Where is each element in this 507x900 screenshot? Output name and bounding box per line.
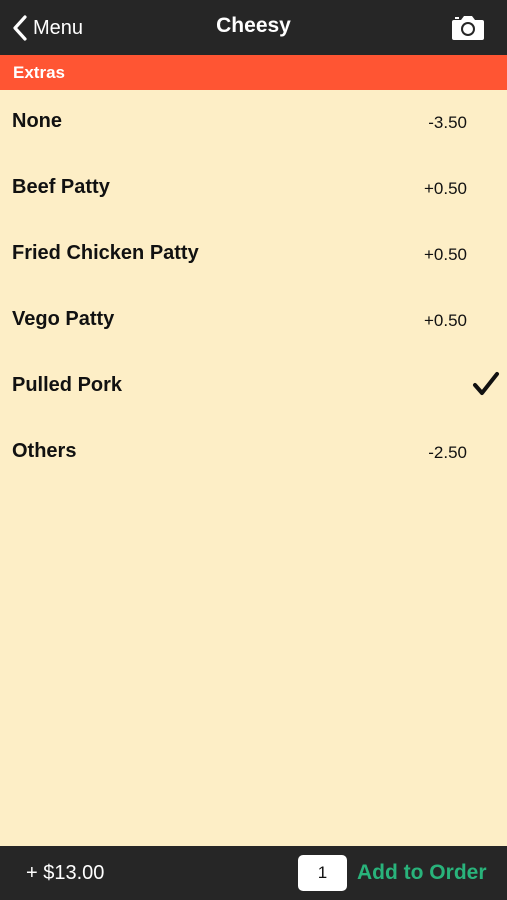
option-name: Vego Patty [12,308,115,330]
option-price: +0.50 [423,311,467,330]
camera-icon [451,16,485,45]
option-row[interactable]: Beef Patty +0.50 [0,156,507,222]
quantity-input[interactable] [298,855,347,891]
option-row[interactable]: Pulled Pork [0,354,507,420]
option-row[interactable]: Vego Patty +0.50 [0,288,507,354]
order-total: + $13.00 [26,862,105,884]
section-header-extras: Extras [0,55,507,90]
option-name: Beef Patty [12,176,110,198]
add-to-order-button[interactable]: Add to Order [357,861,487,885]
option-price: -3.50 [428,113,467,132]
app-screen: Menu Cheesy Extras None -3.50 Beef Patty +0… [0,0,507,900]
option-name: Pulled Pork [12,374,123,396]
navigation-bar: Menu Cheesy [0,0,507,55]
option-price: -2.50 [428,443,467,462]
option-price: +0.50 [423,179,467,198]
option-row[interactable]: Fried Chicken Patty +0.50 [0,222,507,288]
bottom-bar: + $13.00 Add to Order [0,846,507,900]
option-name: None [12,110,62,132]
checkmark-icon [473,372,499,395]
option-price: +0.50 [423,245,467,264]
page-title: Cheesy [216,14,291,37]
option-name: Fried Chicken Patty [12,242,199,264]
option-name: Others [12,440,77,462]
camera-button[interactable] [451,14,485,41]
option-row[interactable]: None -3.50 [0,90,507,156]
option-row[interactable]: Others -2.50 [0,420,507,486]
option-list: None -3.50 Beef Patty +0.50 Fried Chicken Pa… [0,90,507,486]
